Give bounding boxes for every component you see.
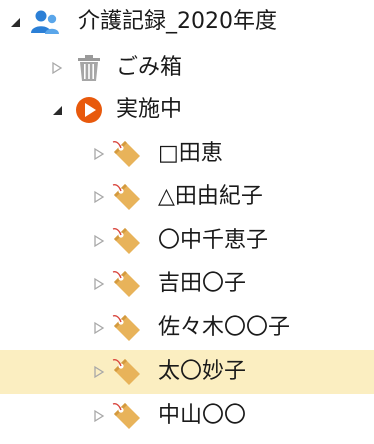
tree-node-label: △田由紀子 <box>158 184 263 209</box>
collapsed-arrow-icon[interactable] <box>92 409 106 423</box>
tag-icon <box>112 403 140 429</box>
tag-icon <box>112 228 140 254</box>
trash-icon <box>78 55 100 81</box>
tree-node-trash[interactable]: ごみ箱 <box>0 46 374 90</box>
tree-node-root[interactable]: 介護記録_2020年度 <box>0 0 374 44</box>
tree-node-item-selected[interactable]: 太〇妙子 <box>0 350 374 394</box>
tree-node-label: □田恵 <box>158 141 223 166</box>
tag-icon <box>112 184 140 210</box>
tree-node-label: 太〇妙子 <box>158 359 247 384</box>
collapsed-arrow-icon[interactable] <box>50 61 64 75</box>
collapsed-arrow-icon[interactable] <box>92 365 106 379</box>
tree-node-item[interactable]: △田由紀子 <box>0 175 374 219</box>
tree-node-item[interactable]: 中山〇〇 <box>0 394 374 438</box>
tag-icon <box>112 271 140 297</box>
expanded-arrow-icon[interactable] <box>50 103 64 117</box>
users-icon <box>31 10 59 34</box>
tree-node-item[interactable]: 佐々木〇〇子 <box>0 306 374 350</box>
tree-node-label: 吉田〇子 <box>158 271 247 296</box>
play-circle-icon <box>76 97 102 123</box>
tree-node-item[interactable]: 〇中千恵子 <box>0 219 374 263</box>
collapsed-arrow-icon[interactable] <box>92 234 106 248</box>
tree-node-active[interactable]: 実施中 <box>0 88 374 132</box>
collapsed-arrow-icon[interactable] <box>92 147 106 161</box>
tree-node-item[interactable]: □田恵 <box>0 132 374 176</box>
collapsed-arrow-icon[interactable] <box>92 321 106 335</box>
tree-node-label: 〇中千恵子 <box>158 228 269 253</box>
tree-node-label: 佐々木〇〇子 <box>158 315 291 340</box>
collapsed-arrow-icon[interactable] <box>92 277 106 291</box>
tag-icon <box>112 359 140 385</box>
tree-view: 介護記録_2020年度 ごみ箱 実施中 □田恵 △田由紀子 〇中千恵子 吉田〇子… <box>0 0 374 444</box>
expanded-arrow-icon[interactable] <box>8 15 22 29</box>
tree-node-label: 中山〇〇 <box>158 403 247 428</box>
tree-node-label: ごみ箱 <box>116 55 183 80</box>
tree-node-label: 介護記録_2020年度 <box>78 9 277 34</box>
collapsed-arrow-icon[interactable] <box>92 190 106 204</box>
tree-node-label: 実施中 <box>116 97 183 122</box>
tree-node-item[interactable]: 吉田〇子 <box>0 262 374 306</box>
tag-icon <box>112 315 140 341</box>
tag-icon <box>112 141 140 167</box>
